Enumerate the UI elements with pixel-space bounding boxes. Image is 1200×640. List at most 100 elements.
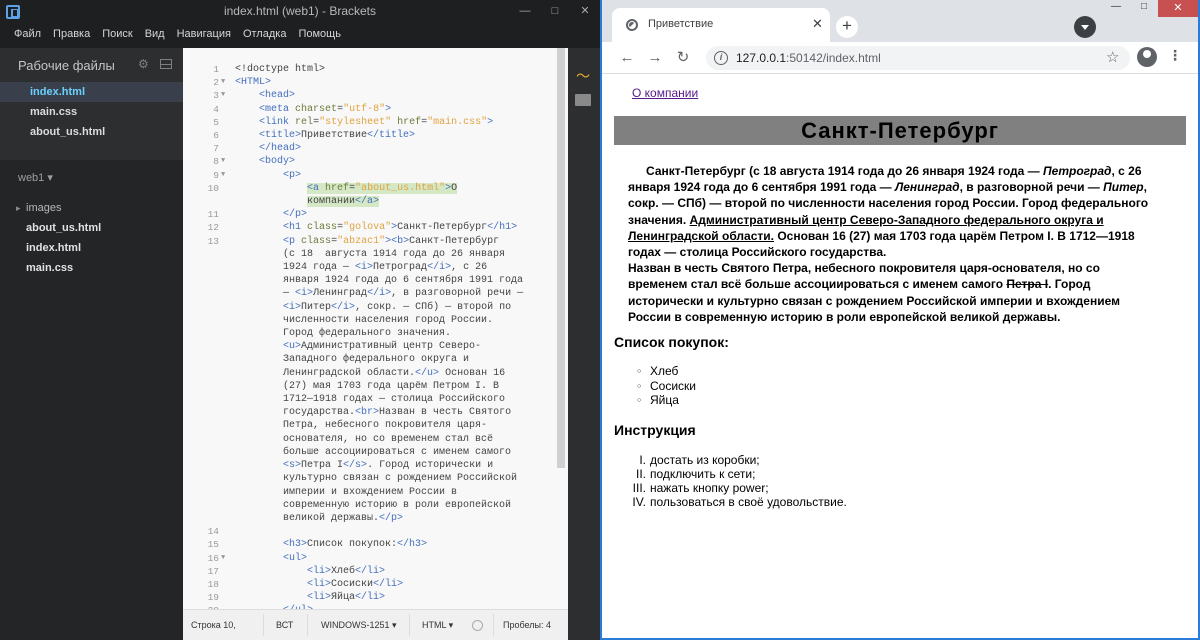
forward-icon[interactable]: → <box>644 47 666 69</box>
line-number: 18 <box>207 578 219 590</box>
maximize-icon[interactable]: □ <box>540 0 570 24</box>
code-text: <li>Хлеб</li> <box>307 565 386 577</box>
code-editor[interactable]: 1 <!doctype html> 2 ▼ <HTML> 3 ▼ <head> 4 <meta… <box>183 48 568 609</box>
kebab-menu-icon[interactable]: ⋮ <box>1168 47 1182 64</box>
code-line[interactable]: 19 <li>Яйца</li> <box>183 591 568 604</box>
chrome-window: Приветствие ✕ + — □ ✕ ← → ↻ i 127.0.0.1:… <box>600 0 1200 640</box>
code-line[interactable]: 8 ▼ <body> <box>183 155 568 168</box>
close-icon[interactable]: ✕ <box>1158 0 1198 17</box>
code-line[interactable]: 13 <p class="abzac1"><b>Санкт-Петербург … <box>183 235 568 525</box>
minimize-icon[interactable]: — <box>1102 0 1130 16</box>
list-text: нажать кнопку power; <box>650 481 769 495</box>
gear-icon[interactable]: ⚙ <box>138 58 150 70</box>
menu-edit[interactable]: Правка <box>48 25 95 43</box>
tree-folder-images[interactable]: images <box>0 198 183 218</box>
address-bar[interactable]: i 127.0.0.1:50142/index.html ☆ <box>706 46 1130 70</box>
fold-arrow-icon[interactable]: ▼ <box>221 155 225 168</box>
menu-find[interactable]: Поиск <box>97 25 137 43</box>
code-line[interactable]: 11 </p> <box>183 208 568 221</box>
cursor-position[interactable]: Строка 10, <box>191 620 236 630</box>
url-host: 127.0.0.1 <box>736 51 787 65</box>
working-file-about-us-html[interactable]: about_us.html <box>0 122 183 142</box>
working-file-main-css[interactable]: main.css <box>0 102 183 122</box>
browser-toolbar: ← → ↻ i 127.0.0.1:50142/index.html ☆ ⋮ <box>602 42 1198 74</box>
back-icon[interactable]: ← <box>616 47 638 69</box>
code-line[interactable]: 10 <a href="about_us.html">О компании</a… <box>183 182 568 208</box>
fold-arrow-icon[interactable]: ▼ <box>221 89 225 102</box>
extension-manager-icon[interactable] <box>575 94 591 106</box>
reload-icon[interactable]: ↻ <box>672 47 694 69</box>
fold-arrow-icon[interactable]: ▼ <box>221 169 225 182</box>
list-item: III. нажать кнопку power; <box>622 481 847 495</box>
code-line[interactable]: 2 ▼ <HTML> <box>183 76 568 89</box>
code-line[interactable]: 17 <li>Хлеб</li> <box>183 565 568 578</box>
tab-active[interactable]: Приветствие ✕ <box>612 8 830 42</box>
code-line[interactable]: 14 <box>183 525 568 538</box>
split-view-icon[interactable] <box>160 59 172 69</box>
list-text: подключить к сети; <box>650 467 756 481</box>
tree-file-about-us-html[interactable]: about_us.html <box>0 218 183 238</box>
line-number: 11 <box>207 209 219 221</box>
intro-paragraph: Санкт-Петербург (с 18 августа 1914 года … <box>628 164 1149 324</box>
url-text[interactable]: 127.0.0.1:50142/index.html <box>736 51 881 65</box>
menu-file[interactable]: Файл <box>8 25 46 43</box>
code-line[interactable]: 15 <h3>Список покупок:</h3> <box>183 538 568 551</box>
page-heading: Санкт-Петербург <box>614 116 1186 145</box>
code-line[interactable]: 12 <h1 class="golova">Санкт-Петербург</h… <box>183 221 568 234</box>
code-lines: 1 <!doctype html> 2 ▼ <HTML> 3 ▼ <head> 4 <meta… <box>183 63 568 609</box>
sidebar: Рабочие файлы ⚙ index.html main.css abou… <box>0 48 183 640</box>
menu-view[interactable]: Вид <box>140 25 170 43</box>
fold-arrow-icon[interactable]: ▼ <box>221 552 225 565</box>
list-text: пользоваться в своё удовольствие. <box>650 495 847 509</box>
maximize-icon[interactable]: □ <box>1130 0 1158 16</box>
tab-search-icon[interactable] <box>1074 16 1096 38</box>
account-icon[interactable] <box>1137 47 1157 67</box>
code-text: </head> <box>259 143 302 155</box>
code-line[interactable]: 7 </head> <box>183 142 568 155</box>
close-icon[interactable]: ✕ <box>570 0 600 24</box>
fold-arrow-icon[interactable]: ▼ <box>221 76 225 89</box>
code-line[interactable]: 1 <!doctype html> <box>183 63 568 76</box>
code-line[interactable]: 9 ▼ <p> <box>183 169 568 182</box>
tab-close-icon[interactable]: ✕ <box>812 16 823 32</box>
working-files-list: index.html main.css about_us.html <box>0 82 183 142</box>
menu-debug[interactable]: Отладка <box>238 25 291 43</box>
line-number: 1 <box>213 64 219 75</box>
minimize-icon[interactable]: — <box>510 0 540 24</box>
line-number: 14 <box>207 526 219 538</box>
status-bar: Строка 10, ВСТ WINDOWS-1251 ▾ HTML ▾ Про… <box>183 609 568 640</box>
live-preview-icon[interactable]: 〜 <box>576 66 590 86</box>
tree-file-main-css[interactable]: main.css <box>0 258 183 278</box>
status-divider <box>263 614 264 636</box>
code-text: <a href="about_us.html">О компании</a> <box>307 182 458 208</box>
insert-mode[interactable]: ВСТ <box>276 620 293 630</box>
working-file-index-html[interactable]: index.html <box>0 82 183 102</box>
tab-strip: Приветствие ✕ + — □ ✕ <box>602 0 1198 42</box>
linter-status-icon[interactable] <box>472 620 483 631</box>
code-line[interactable]: 16 ▼ <ul> <box>183 552 568 565</box>
menu-navigate[interactable]: Навигация <box>172 25 236 43</box>
status-divider <box>307 614 308 636</box>
code-text: <link rel="stylesheet" href="main.css"> <box>259 116 494 128</box>
tree-file-index-html[interactable]: index.html <box>0 238 183 258</box>
project-dropdown[interactable]: web1 ▾ <box>18 171 53 184</box>
code-line[interactable]: 6 <title>Приветствие</title> <box>183 129 568 142</box>
bookmark-star-icon[interactable]: ☆ <box>1106 48 1119 66</box>
editor-scrollbar[interactable] <box>557 48 565 468</box>
about-link[interactable]: О компании <box>632 86 698 100</box>
language-select[interactable]: HTML ▾ <box>422 620 453 631</box>
new-tab-button[interactable]: + <box>836 16 858 38</box>
brackets-window: index.html (web1) - Brackets — □ ✕ Файл П… <box>0 0 600 640</box>
encoding-select[interactable]: WINDOWS-1251 ▾ <box>321 620 397 631</box>
code-text: <ul> <box>283 552 308 564</box>
code-line[interactable]: 4 <meta charset="utf-8"> <box>183 103 568 116</box>
globe-icon <box>626 19 638 31</box>
code-line[interactable]: 5 <link rel="stylesheet" href="main.css"… <box>183 116 568 129</box>
code-text: <meta charset="utf-8"> <box>259 103 392 115</box>
info-icon[interactable]: i <box>714 51 728 65</box>
code-line[interactable]: 3 ▼ <head> <box>183 89 568 102</box>
menu-help[interactable]: Помощь <box>293 25 346 43</box>
indent-spaces[interactable]: Пробелы: 4 <box>503 620 551 630</box>
working-files-title: Рабочие файлы <box>18 58 115 73</box>
code-line[interactable]: 18 <li>Сосиски</li> <box>183 578 568 591</box>
